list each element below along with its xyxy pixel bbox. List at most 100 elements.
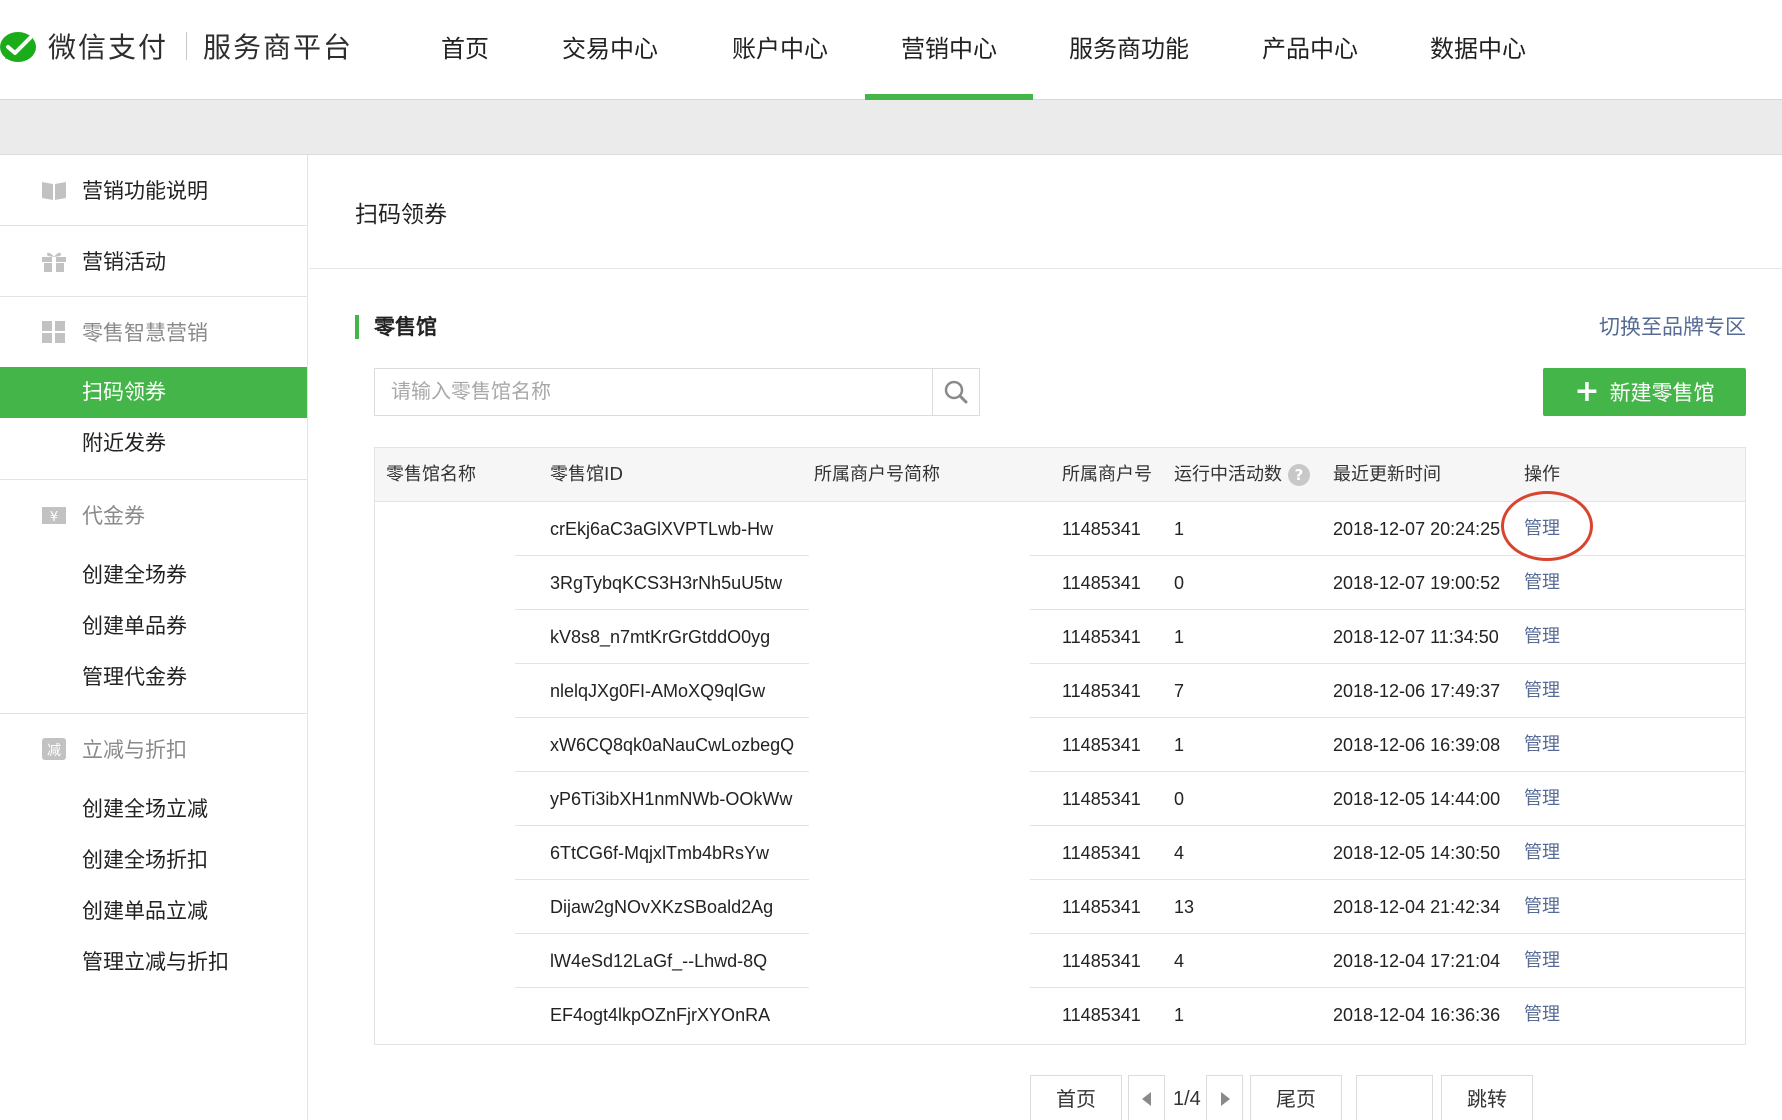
manage-link[interactable]: 管理 (1524, 880, 1560, 934)
section-accent-bar (355, 315, 359, 339)
cell-merchant-no: 11485341 (1062, 897, 1141, 917)
cell-active-count: 0 (1174, 789, 1185, 809)
top-nav: 首页 交易中心 账户中心 营销中心 服务商功能 产品中心 数据中心 (405, 0, 1561, 100)
svg-text:减: 减 (47, 743, 61, 759)
manage-link[interactable]: 管理 (1524, 556, 1560, 610)
nav-accounts[interactable]: 账户中心 (695, 0, 865, 100)
sidebar-item-create-product-coupon[interactable]: 创建单品券 (0, 601, 307, 652)
cell-store-id: 3RgTybqKCS3H3rNh5uU5tw (550, 573, 783, 593)
col-active-count: 运行中活动数? (1174, 448, 1310, 502)
retail-store-table: 零售馆名称 零售馆ID 所属商户号简称 所属商户号 运行中活动数? 最近更新时间… (374, 447, 1746, 1045)
table-row: kV8s8_n7mtKrGrGtddO0yg 11485341 1 2018-12-0… (375, 610, 1745, 664)
cell-updated-time: 2018-12-04 21:42:34 (1333, 897, 1501, 917)
col-store-id: 零售馆ID (550, 464, 624, 485)
page-title: 扫码领券 (355, 202, 447, 228)
manage-link[interactable]: 管理 (1524, 934, 1560, 988)
sidebar-item-create-store-discount[interactable]: 创建全场折扣 (0, 835, 307, 886)
grid-icon (40, 320, 68, 344)
sidebar-item-manage-reductions[interactable]: 管理立减与折扣 (0, 937, 307, 988)
nav-products[interactable]: 产品中心 (1225, 0, 1395, 100)
logo[interactable]: 微信支付 服务商平台 (0, 24, 353, 68)
new-retail-store-button[interactable]: + 新建零售馆 (1543, 368, 1746, 416)
search-button[interactable] (932, 369, 979, 415)
search-box (374, 368, 980, 416)
manage-link[interactable]: 管理 (1524, 772, 1560, 826)
cell-merchant-no: 11485341 (1062, 843, 1141, 863)
cell-active-count: 1 (1174, 735, 1185, 755)
sidebar-item-retail-smart-marketing[interactable]: 零售智慧营销 (0, 297, 307, 367)
sidebar-item-label: 营销活动 (82, 250, 166, 274)
sidebar-item-create-product-reduction[interactable]: 创建单品立减 (0, 886, 307, 937)
table-row: lW4eSd12LaGf_--Lhwd-8Q 11485341 4 2018-12-0… (375, 934, 1745, 988)
search-icon (944, 380, 968, 404)
cell-updated-time: 2018-12-07 20:24:25 (1333, 519, 1501, 539)
help-icon[interactable]: ? (1288, 464, 1310, 486)
new-retail-store-label: 新建零售馆 (1609, 381, 1715, 405)
sidebar-item-manage-vouchers[interactable]: 管理代金券 (0, 652, 307, 703)
table-row: Dijaw2gNOvXKzSBoald2Ag 11485341 13 2018-12-… (375, 880, 1745, 934)
nav-transactions[interactable]: 交易中心 (525, 0, 695, 100)
cell-active-count: 4 (1174, 951, 1185, 971)
col-active-count-label: 运行中活动数 (1174, 464, 1282, 485)
cell-active-count: 13 (1174, 897, 1195, 917)
main-content: 扫码领券 零售馆 切换至品牌专区 + 新建零售馆 零售馆名称 零售馆ID 所属商… (309, 155, 1782, 1120)
table-row: nlelqJXg0FI-AMoXQ9qlGw 11485341 7 2018-12-0… (375, 664, 1745, 718)
nav-provider-functions[interactable]: 服务商功能 (1033, 0, 1225, 100)
sidebar-item-create-store-coupon[interactable]: 创建全场券 (0, 550, 307, 601)
cell-store-id: Dijaw2gNOvXKzSBoald2Ag (550, 897, 774, 917)
svg-text:¥: ¥ (50, 510, 58, 525)
manage-link[interactable]: 管理 (1524, 718, 1560, 772)
sidebar-group-vouchers: ¥ 代金券 创建全场券 创建单品券 管理代金券 (0, 480, 307, 714)
prev-page-button[interactable] (1128, 1075, 1165, 1120)
table-row: EF4ogt4lkpOZnFjrXYOnRA 11485341 1 2018-12-0… (375, 988, 1745, 1042)
manage-link[interactable]: 管理 (1524, 664, 1560, 718)
annotation-circle (1501, 491, 1593, 561)
sidebar-item-nearby-coupon[interactable]: 附近发券 (0, 418, 307, 469)
sidebar-group-discounts: 减 立减与折扣 创建全场立减 创建全场折扣 创建单品立减 管理立减与折扣 (0, 714, 307, 988)
nav-data[interactable]: 数据中心 (1395, 0, 1561, 100)
cell-store-id: EF4ogt4lkpOZnFjrXYOnRA (550, 1005, 771, 1025)
nav-home[interactable]: 首页 (405, 0, 525, 100)
gift-icon (40, 249, 68, 273)
cell-store-id: 6TtCG6f-MqjxlTmb4bRsYw (550, 843, 770, 863)
col-updated-time: 最近更新时间 (1333, 464, 1441, 485)
switch-to-brand-link[interactable]: 切换至品牌专区 (1599, 311, 1746, 341)
next-page-button[interactable] (1206, 1075, 1243, 1120)
discount-icon: 减 (40, 737, 68, 761)
manage-link[interactable]: 管理 (1524, 826, 1560, 880)
cell-updated-time: 2018-12-05 14:44:00 (1333, 789, 1501, 809)
manage-link[interactable]: 管理 (1524, 988, 1560, 1042)
sidebar-item-discounts[interactable]: 减 立减与折扣 (0, 714, 307, 784)
cell-updated-time: 2018-12-07 11:34:50 (1333, 627, 1499, 647)
sidebar-item-marketing-activities[interactable]: 营销活动 (0, 226, 307, 296)
page-indicator: 1/4 (1173, 1088, 1201, 1110)
manage-link[interactable]: 管理 (1524, 610, 1560, 664)
search-input[interactable] (375, 369, 932, 415)
sidebar-item-vouchers[interactable]: ¥ 代金券 (0, 480, 307, 550)
cell-store-id: nlelqJXg0FI-AMoXQ9qlGw (550, 681, 766, 701)
brand-name: 微信支付 (48, 31, 169, 64)
cell-merchant-no: 11485341 (1062, 1005, 1141, 1025)
jump-page-input[interactable] (1356, 1075, 1433, 1120)
nav-marketing[interactable]: 营销中心 (865, 0, 1033, 100)
cell-merchant-no: 11485341 (1062, 573, 1141, 593)
sidebar-item-scan-coupon[interactable]: 扫码领券 (0, 367, 307, 418)
sidebar-item-marketing-intro[interactable]: 营销功能说明 (0, 155, 307, 225)
table-row: 6TtCG6f-MqjxlTmb4bRsYw 11485341 4 2018-12-0… (375, 826, 1745, 880)
first-page-button[interactable]: 首页 (1030, 1075, 1122, 1120)
jump-button[interactable]: 跳转 (1441, 1075, 1533, 1120)
cell-active-count: 0 (1174, 573, 1185, 593)
sidebar-group-retail: 零售智慧营销 扫码领券 附近发券 (0, 297, 307, 480)
sidebar-group-activities: 营销活动 (0, 226, 307, 297)
cell-updated-time: 2018-12-05 14:30:50 (1333, 843, 1501, 863)
cell-active-count: 1 (1174, 1005, 1185, 1025)
sidebar-item-create-store-reduction[interactable]: 创建全场立减 (0, 784, 307, 835)
plus-icon: + (1574, 374, 1600, 409)
cell-active-count: 4 (1174, 843, 1185, 863)
cell-updated-time: 2018-12-06 17:49:37 (1333, 681, 1501, 701)
divider (309, 268, 1782, 269)
last-page-button[interactable]: 尾页 (1250, 1075, 1342, 1120)
yen-coupon-icon: ¥ (40, 503, 68, 527)
cell-updated-time: 2018-12-07 19:00:52 (1333, 573, 1501, 593)
sidebar-item-label: 营销功能说明 (82, 179, 208, 203)
